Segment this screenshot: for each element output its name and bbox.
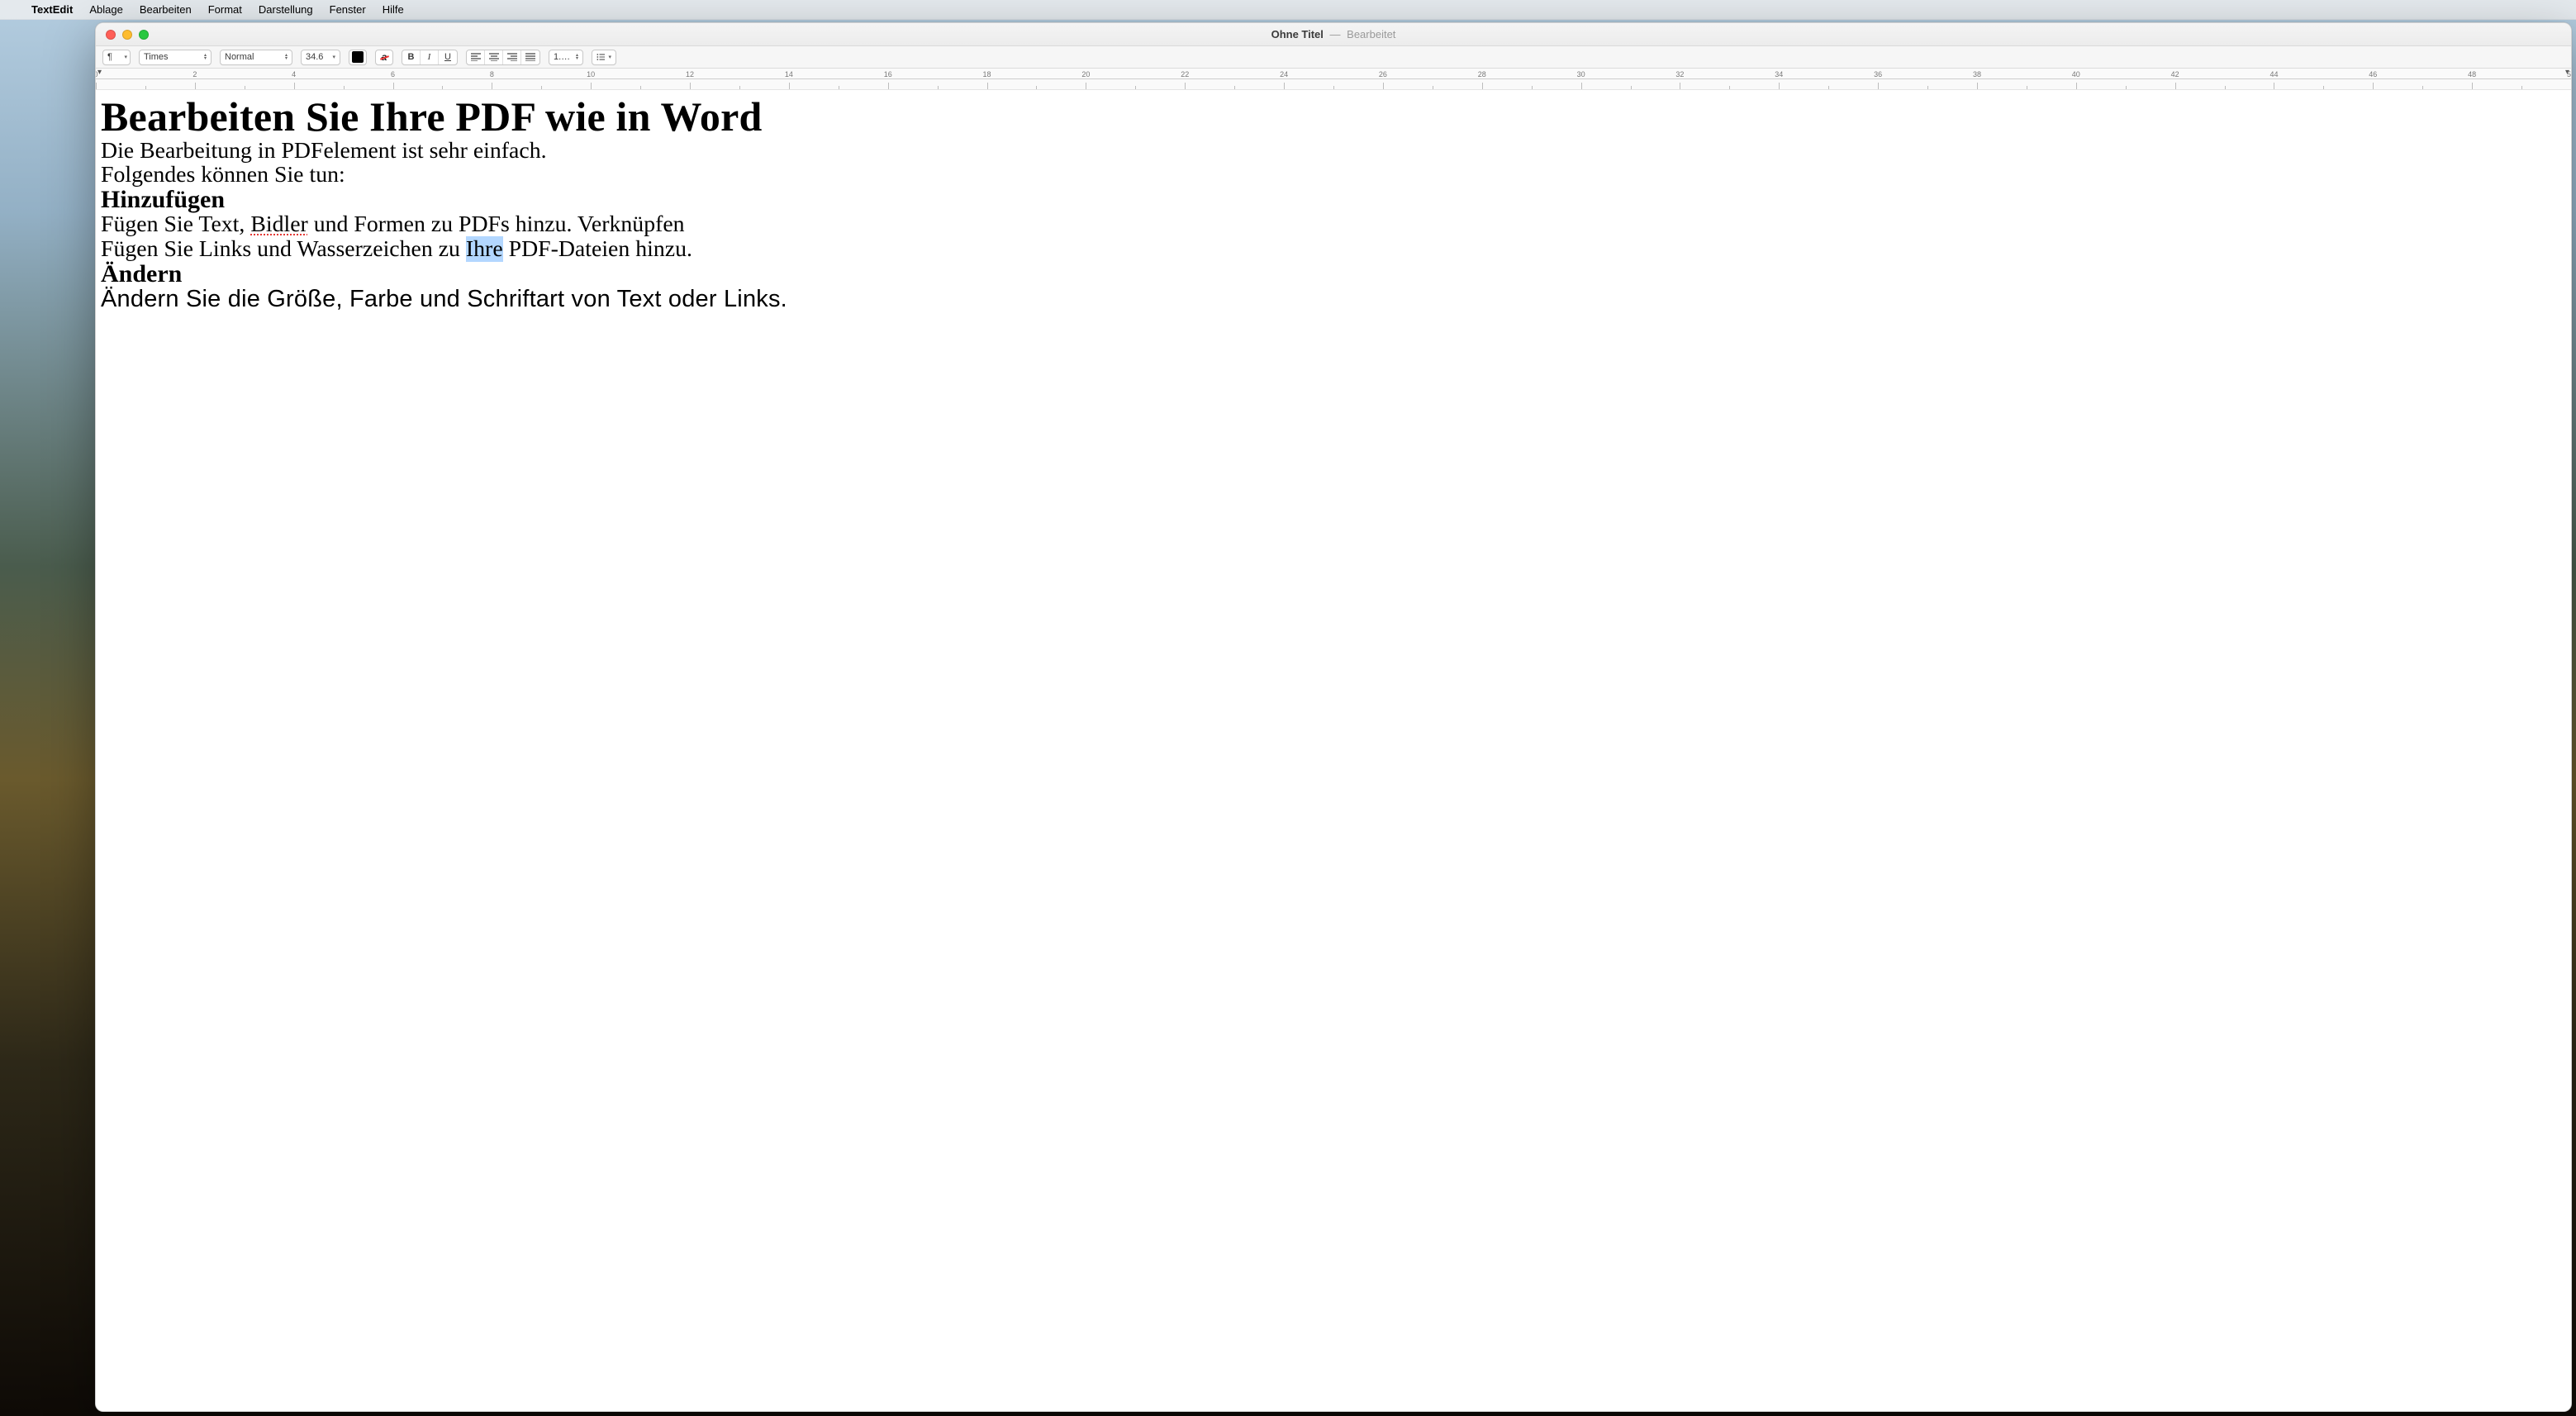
alignment-group <box>466 50 540 65</box>
pilcrow-icon: ¶ <box>107 52 112 62</box>
maximize-button[interactable] <box>139 30 149 40</box>
ruler-number: 12 <box>686 70 694 78</box>
font-family-select[interactable]: Times ▴▾ <box>139 50 211 65</box>
font-style-value: Normal <box>225 52 254 62</box>
body-paragraph[interactable]: Folgendes können Sie tun: <box>101 163 2566 187</box>
ruler-number: 46 <box>2369 70 2377 78</box>
ruler-number: 14 <box>785 70 793 78</box>
font-size-select[interactable]: 34.6 ▾ <box>301 50 340 65</box>
heading-1[interactable]: Bearbeiten Sie Ihre PDF wie in Word <box>101 95 2566 139</box>
ruler-number: 20 <box>1081 70 1090 78</box>
body-paragraph[interactable]: Fügen Sie Links und Wasserzeichen zu Ihr… <box>101 237 2566 261</box>
ruler-ticks: 0246810121416182022242628303234363840424… <box>96 78 2571 89</box>
font-style-select[interactable]: Normal ▴▾ <box>220 50 292 65</box>
ruler[interactable]: ▾ ▾ 024681012141618202224262830323436384… <box>96 69 2571 90</box>
ruler-number: 30 <box>1577 70 1585 78</box>
heading-2[interactable]: Ändern <box>101 261 2566 287</box>
underline-button[interactable]: U <box>439 50 457 64</box>
ruler-number: 16 <box>884 70 892 78</box>
bold-button[interactable]: B <box>402 50 421 64</box>
line-spacing-select[interactable]: 1.… ▴▾ <box>549 50 583 65</box>
window-titlebar[interactable]: Ohne Titel — Bearbeitet <box>96 23 2571 46</box>
updown-chevron-icon: ▴▾ <box>204 54 207 60</box>
ruler-number: 22 <box>1181 70 1189 78</box>
textedit-window: Ohne Titel — Bearbeitet ¶ ▾ Times ▴▾ Nor… <box>95 22 2572 1412</box>
text-selection[interactable]: Ihre <box>466 236 503 262</box>
title-dash: — <box>1330 28 1341 40</box>
text-run[interactable]: Fügen Sie Links und Wasserzeichen zu <box>101 236 466 262</box>
close-button[interactable] <box>106 30 116 40</box>
ruler-number: 6 <box>391 70 395 78</box>
ruler-number: 10 <box>587 70 595 78</box>
list-icon <box>596 53 605 61</box>
paragraph-style-select[interactable]: ¶ ▾ <box>102 50 131 65</box>
ruler-number: 28 <box>1478 70 1486 78</box>
font-color-icon: a <box>382 51 387 63</box>
ruler-number: 32 <box>1675 70 1684 78</box>
spelling-error[interactable]: Bidler <box>250 211 307 237</box>
window-title: Ohne Titel — Bearbeitet <box>96 28 2571 40</box>
ruler-number: 34 <box>1775 70 1783 78</box>
text-run[interactable]: PDF-Dateien hinzu. <box>503 236 692 262</box>
ruler-number: 48 <box>2468 70 2476 78</box>
align-right-button[interactable] <box>503 50 521 64</box>
heading-2[interactable]: Hinzufügen <box>101 187 2566 213</box>
menubar-item-fenster[interactable]: Fenster <box>321 3 374 16</box>
ruler-margin-left-icon[interactable]: ▾ <box>97 68 102 77</box>
chevron-down-icon: ▾ <box>332 54 335 60</box>
menubar-item-darstellung[interactable]: Darstellung <box>250 3 321 16</box>
body-paragraph[interactable]: Ändern Sie die Größe, Farbe und Schrifta… <box>101 287 2566 311</box>
formatting-toolbar: ¶ ▾ Times ▴▾ Normal ▴▾ 34.6 ▾ a B I U <box>96 46 2571 69</box>
align-left-button[interactable] <box>467 50 485 64</box>
menubar-item-format[interactable]: Format <box>200 3 250 16</box>
ruler-number: 42 <box>2171 70 2179 78</box>
document-content[interactable]: Bearbeiten Sie Ihre PDF wie in Word Die … <box>101 95 2566 312</box>
line-spacing-value: 1.… <box>554 52 570 62</box>
list-style-select[interactable]: ▾ <box>592 50 616 65</box>
ruler-number: 26 <box>1379 70 1387 78</box>
document-area[interactable]: Bearbeiten Sie Ihre PDF wie in Word Die … <box>96 90 2571 1411</box>
menubar-item-bearbeiten[interactable]: Bearbeiten <box>131 3 200 16</box>
body-paragraph[interactable]: Fügen Sie Text, Bidler und Formen zu PDF… <box>101 212 2566 236</box>
align-center-button[interactable] <box>485 50 503 64</box>
highlight-color-button[interactable]: a <box>375 50 393 65</box>
italic-button[interactable]: I <box>421 50 439 64</box>
menubar-app-name[interactable]: TextEdit <box>23 3 81 16</box>
ruler-number: 18 <box>983 70 991 78</box>
body-paragraph[interactable]: Die Bearbeitung in PDFelement ist sehr e… <box>101 139 2566 163</box>
ruler-number: 36 <box>1874 70 1882 78</box>
menubar-item-hilfe[interactable]: Hilfe <box>374 3 412 16</box>
text-color-button[interactable] <box>349 50 367 65</box>
font-family-value: Times <box>144 52 169 62</box>
font-size-value: 34.6 <box>306 52 323 62</box>
ruler-number: 44 <box>2269 70 2278 78</box>
chevron-down-icon: ▾ <box>608 54 611 60</box>
ruler-number: 38 <box>1973 70 1981 78</box>
traffic-lights <box>96 30 149 40</box>
ruler-number: 8 <box>490 70 494 78</box>
menubar-item-ablage[interactable]: Ablage <box>81 3 131 16</box>
document-state: Bearbeitet <box>1347 28 1395 40</box>
ruler-number: 40 <box>2072 70 2080 78</box>
align-justify-button[interactable] <box>521 50 539 64</box>
mac-menubar: TextEdit Ablage Bearbeiten Format Darste… <box>0 0 2576 20</box>
ruler-number: 24 <box>1280 70 1288 78</box>
updown-chevron-icon: ▴▾ <box>285 54 288 60</box>
ruler-number: 50 <box>2567 70 2572 78</box>
chevron-down-icon: ▾ <box>124 54 127 60</box>
text-run[interactable]: und Formen zu PDFs hinzu. Verknüpfen <box>308 211 685 237</box>
ruler-number: 4 <box>292 70 296 78</box>
minimize-button[interactable] <box>122 30 132 40</box>
text-style-group: B I U <box>402 50 458 65</box>
ruler-number: 0 <box>95 70 98 78</box>
text-run[interactable]: Fügen Sie Text, <box>101 211 250 237</box>
ruler-number: 2 <box>192 70 197 78</box>
updown-chevron-icon: ▴▾ <box>576 54 578 60</box>
document-title: Ohne Titel <box>1271 28 1324 40</box>
color-swatch-icon <box>352 51 364 63</box>
